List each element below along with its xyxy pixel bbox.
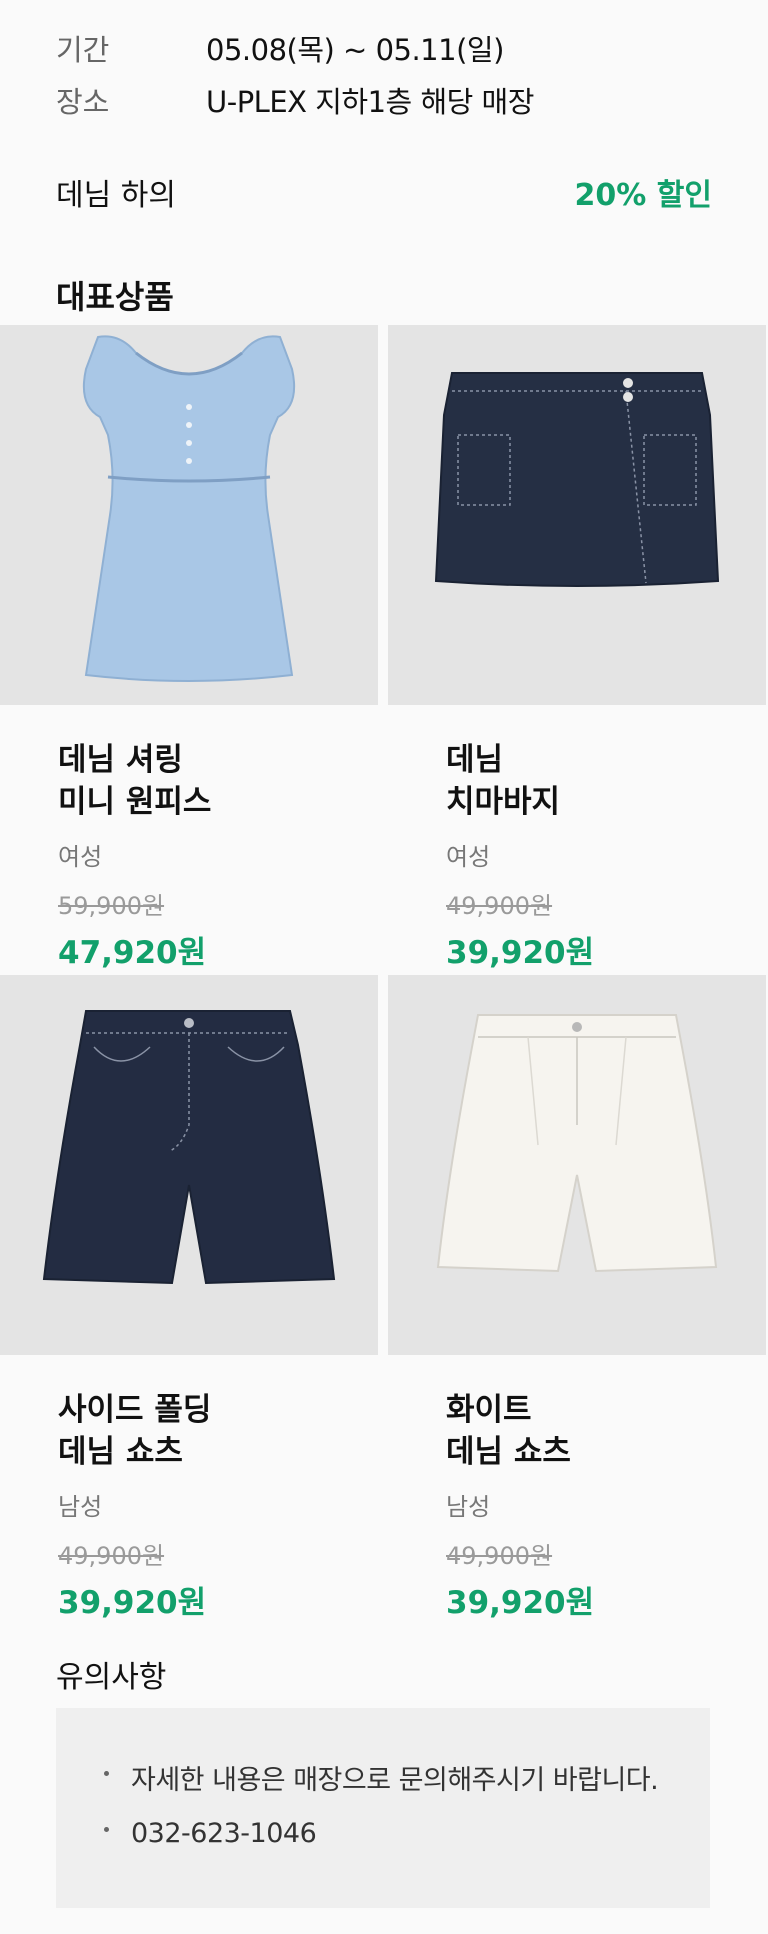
sale-price: 39,920원 <box>446 1585 595 1621</box>
sale-price: 39,920원 <box>58 1585 207 1621</box>
bullet-icon <box>104 1827 109 1832</box>
white-shorts-image[interactable] <box>388 975 766 1355</box>
place-value: U-PLEX 지하1층 해당 매장 <box>206 85 534 119</box>
discount-row: 데님 하의 20% 할인 <box>56 168 712 216</box>
product-card[interactable]: 화이트 데님 쇼츠 남성 49,900원 39,920원 <box>388 975 766 1622</box>
product-name[interactable]: 화이트 데님 쇼츠 <box>446 1389 766 1473</box>
denim-shorts-image[interactable] <box>0 975 378 1355</box>
section-title: 대표상품 <box>56 278 174 316</box>
notice-box: 자세한 내용은 매장으로 문의해주시기 바랍니다. 032-623-1046 <box>56 1708 710 1908</box>
product-gender: 남성 <box>58 1493 103 1521</box>
denim-dress-image[interactable] <box>0 325 378 705</box>
period-label: 기간 <box>56 33 110 67</box>
notice-text: 자세한 내용은 매장으로 문의해주시기 바랍니다. <box>131 1765 659 1796</box>
period-value: 05.08(목) ~ 05.11(일) <box>206 33 504 67</box>
event-page: 기간 05.08(목) ~ 05.11(일) 장소 U-PLEX 지하1층 해당… <box>0 0 768 1934</box>
denim-skirt-image[interactable] <box>388 325 766 705</box>
bullet-icon <box>104 1771 109 1776</box>
product-card[interactable]: 데님 셔링 미니 원피스 여성 59,900원 47,920원 <box>0 325 378 972</box>
product-card[interactable]: 데님 치마바지 여성 49,900원 39,920원 <box>388 325 766 972</box>
product-gender: 남성 <box>446 1493 491 1521</box>
original-price: 49,900원 <box>58 1542 165 1570</box>
notice-phone[interactable]: 032-623-1046 <box>131 1818 317 1849</box>
discount-rate: 20% 할인 <box>574 178 712 213</box>
original-price: 59,900원 <box>58 892 165 920</box>
place-row: 장소 U-PLEX 지하1층 해당 매장 <box>56 80 534 120</box>
product-name[interactable]: 데님 치마바지 <box>446 739 766 823</box>
original-price: 49,900원 <box>446 1542 553 1570</box>
place-label: 장소 <box>56 85 110 119</box>
product-gender: 여성 <box>446 843 491 871</box>
sale-price: 39,920원 <box>446 935 595 971</box>
discount-category: 데님 하의 <box>56 178 176 213</box>
notice-title: 유의사항 <box>56 1660 167 1695</box>
product-name[interactable]: 데님 셔링 미니 원피스 <box>58 739 378 823</box>
period-row: 기간 05.08(목) ~ 05.11(일) <box>56 28 504 68</box>
product-gender: 여성 <box>58 843 103 871</box>
sale-price: 47,920원 <box>58 935 207 971</box>
product-name[interactable]: 사이드 폴딩 데님 쇼츠 <box>58 1389 378 1473</box>
original-price: 49,900원 <box>446 892 553 920</box>
notice-item: 자세한 내용은 매장으로 문의해주시기 바랍니다. <box>104 1758 659 1797</box>
notice-item[interactable]: 032-623-1046 <box>104 1818 317 1849</box>
product-card[interactable]: 사이드 폴딩 데님 쇼츠 남성 49,900원 39,920원 <box>0 975 378 1622</box>
